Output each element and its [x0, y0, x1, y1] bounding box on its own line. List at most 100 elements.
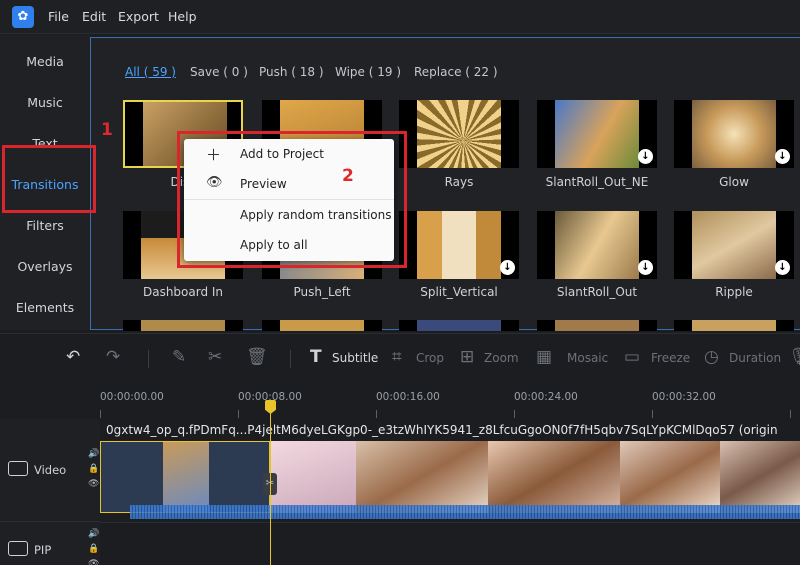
lock-icon[interactable]: 🔒 [88, 544, 99, 554]
thumb-label-slantroll-out: SlantRoll_Out [556, 285, 638, 299]
text-icon[interactable]: T [310, 347, 322, 367]
redo-icon[interactable]: ↷ [106, 347, 120, 367]
transition-thumb-row3[interactable] [537, 320, 657, 331]
sidebar-item-overlays[interactable]: Overlays [0, 259, 90, 274]
clip-with-transition[interactable] [100, 441, 270, 513]
lock-icon[interactable]: 🔒 [88, 464, 99, 474]
playhead[interactable] [270, 401, 271, 565]
annotation-box-1 [2, 145, 96, 213]
transition-thumb-row3[interactable] [674, 320, 794, 331]
track-divider [0, 521, 100, 522]
timeline-ruler[interactable]: 00:00:00.00 00:00:08.00 00:00:16.00 00:0… [100, 383, 800, 419]
pip-track[interactable] [100, 522, 800, 565]
ruler-tick [238, 410, 239, 418]
ruler-tick [100, 410, 101, 418]
thumbnail-image [141, 320, 225, 331]
undo-icon[interactable]: ↶ [66, 347, 80, 367]
sidebar-item-music[interactable]: Music [0, 95, 90, 110]
zoom-button[interactable]: Zoom [484, 351, 519, 365]
video-frame [270, 441, 356, 513]
download-icon[interactable]: ↓ [638, 149, 653, 164]
ruler-tick-label: 00:00:24.00 [514, 391, 578, 403]
thumbnail-image [417, 211, 501, 279]
menu-bar: ✿ File Edit Export Help [0, 0, 800, 34]
sidebar-item-elements[interactable]: Elements [0, 300, 90, 315]
thumbnail-image [417, 100, 501, 168]
pencil-icon[interactable]: ✎ [172, 347, 186, 367]
thumb-label-glow: Glow [719, 175, 749, 189]
sidebar-item-filters[interactable]: Filters [0, 218, 90, 233]
toolbar-separator [148, 350, 149, 368]
menu-export[interactable]: Export [118, 9, 159, 24]
menu-edit[interactable]: Edit [82, 9, 106, 24]
transition-thumb-rays[interactable] [399, 100, 519, 168]
tab-save[interactable]: Save ( 0 ) [190, 65, 248, 79]
thumbnail-image [417, 320, 501, 331]
download-icon[interactable]: ↓ [775, 260, 790, 275]
download-icon[interactable]: ↓ [775, 149, 790, 164]
thumbnail-image [692, 320, 776, 331]
zoom-icon[interactable]: ⊞ [460, 347, 474, 367]
menu-file[interactable]: File [48, 9, 69, 24]
transition-thumb-slantroll-out[interactable]: ↓ [537, 211, 657, 279]
pip-track-label: PIP [34, 543, 52, 557]
annotation-number-1: 1 [101, 120, 113, 140]
thumbnail-image [555, 320, 639, 331]
video-track[interactable]: 0gxtw4_op_q.fPDmFq...P4jeltM6dyeLGKgp0-_… [100, 419, 800, 519]
thumbnail-image [692, 100, 776, 168]
transition-thumbnail [163, 442, 209, 512]
video-track-icon [8, 461, 28, 476]
thumb-label-slantroll-out-ne: SlantRoll_Out_NE [545, 175, 649, 189]
volume-icon[interactable]: 🔊 [88, 529, 99, 539]
track-headers: Video 🔊 🔒 👁 PIP 🔊 🔒 👁 [0, 419, 100, 565]
sidebar-item-media[interactable]: Media [0, 54, 90, 69]
transition-thumb-row3[interactable] [123, 320, 243, 331]
crop-button[interactable]: Crop [416, 351, 444, 365]
thumbnail-image [555, 100, 639, 168]
app-logo-icon[interactable]: ✿ [12, 6, 34, 28]
transition-thumb-split-vertical[interactable]: ↓ [399, 211, 519, 279]
freeze-icon[interactable]: ▭ [624, 347, 640, 367]
tab-replace[interactable]: Replace ( 22 ) [414, 65, 498, 79]
thumbnail-image [280, 320, 364, 331]
download-icon[interactable]: ↓ [500, 260, 515, 275]
freeze-button[interactable]: Freeze [651, 351, 690, 365]
transition-thumb-slantroll-out-ne[interactable]: ↓ [537, 100, 657, 168]
thumb-label-split-vertical: Split_Vertical [420, 285, 498, 299]
tab-push[interactable]: Push ( 18 ) [259, 65, 324, 79]
edit-toolbar: ↶ ↷ ✎ ✂ 🗑 T Subtitle ⌗ Crop ⊞ Zoom ▦ Mos… [0, 333, 800, 383]
thumbnail-image [555, 211, 639, 279]
mosaic-button[interactable]: Mosaic [567, 351, 608, 365]
subtitle-button[interactable]: Subtitle [332, 351, 378, 365]
transition-thumb-row3[interactable] [399, 320, 519, 331]
mosaic-icon[interactable]: ▦ [536, 347, 552, 367]
audio-waveform [130, 505, 800, 519]
visibility-icon[interactable]: 👁 [88, 559, 99, 565]
tab-all[interactable]: All ( 59 ) [125, 65, 176, 79]
transition-thumb-ripple[interactable]: ↓ [674, 211, 794, 279]
toolbar-separator [290, 350, 291, 368]
visibility-icon[interactable]: 👁 [88, 479, 99, 489]
download-icon[interactable]: ↓ [638, 260, 653, 275]
annotation-box-2 [177, 131, 407, 268]
ruler-tick [790, 410, 791, 418]
ruler-tick-label: 00:00:00.00 [100, 391, 164, 403]
microphone-icon[interactable]: 🎙 [788, 347, 800, 367]
ruler-tick-label: 00:00:16.00 [376, 391, 440, 403]
transition-thumb-glow[interactable]: ↓ [674, 100, 794, 168]
menu-help[interactable]: Help [168, 9, 197, 24]
pip-track-icon [8, 541, 28, 556]
clock-icon[interactable]: ◷ [704, 347, 719, 367]
duration-button[interactable]: Duration [729, 351, 781, 365]
annotation-number-2: 2 [342, 166, 354, 186]
volume-icon[interactable]: 🔊 [88, 449, 99, 459]
scissors-icon[interactable]: ✂ [208, 347, 222, 367]
crop-icon[interactable]: ⌗ [392, 347, 402, 367]
transition-thumb-row3[interactable] [262, 320, 382, 331]
ruler-tick [514, 410, 515, 418]
trash-icon[interactable]: 🗑 [246, 347, 268, 367]
video-frame [620, 441, 720, 513]
video-frame [488, 441, 620, 513]
thumb-label-dashboard-in: Dashboard In [142, 285, 224, 299]
tab-wipe[interactable]: Wipe ( 19 ) [335, 65, 401, 79]
